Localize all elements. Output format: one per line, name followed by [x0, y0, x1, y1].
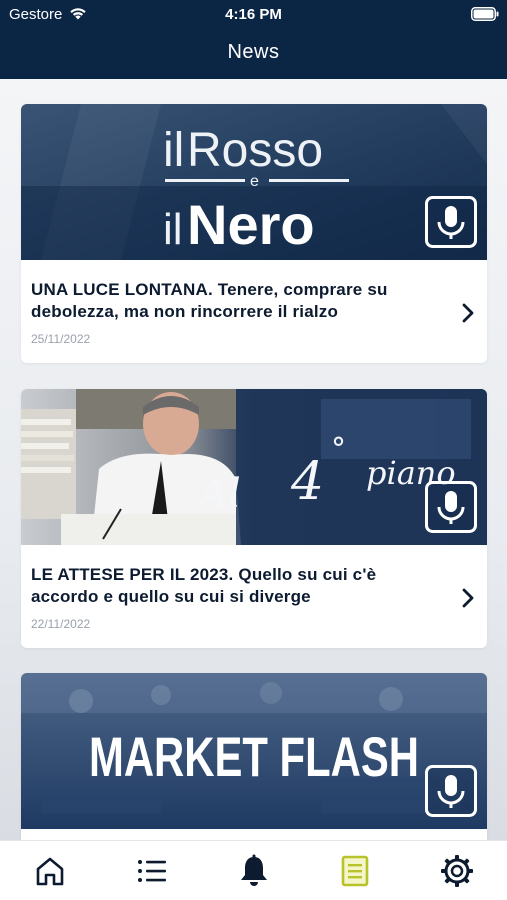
news-screen: Gestore 4:16 PM News il Rosso e il Nero … — [0, 0, 507, 900]
article-banner-market-flash: MARKET FLASH — [21, 673, 487, 829]
tab-settings[interactable] — [439, 853, 475, 889]
tab-notifications[interactable] — [236, 853, 272, 889]
gear-icon[interactable] — [439, 853, 475, 889]
status-bar: Gestore 4:16 PM — [0, 0, 507, 30]
banner-word-e: e — [250, 173, 259, 190]
news-feed[interactable]: il Rosso e il Nero UNA LUCE LONTANA. Ten… — [0, 79, 507, 840]
article-date: 22/11/2022 — [31, 617, 91, 631]
news-card[interactable]: il Rosso e il Nero UNA LUCE LONTANA. Ten… — [21, 104, 487, 363]
bell-icon[interactable] — [236, 853, 272, 889]
home-icon[interactable] — [32, 853, 68, 889]
banner-word-il: il — [163, 124, 184, 177]
news-card[interactable]: Al 4 ° piano LE ATTESE PER IL 2023. Quel… — [21, 389, 487, 648]
news-card[interactable]: MARKET FLASH — [21, 673, 487, 840]
article-banner-quarto-piano: Al 4 ° piano — [21, 389, 487, 545]
banner-degree: ° — [331, 432, 346, 467]
tab-news[interactable] — [337, 853, 373, 889]
tab-home[interactable] — [32, 853, 68, 889]
tab-list[interactable] — [134, 853, 170, 889]
app-header: Gestore 4:16 PM News — [0, 0, 507, 79]
microphone-icon[interactable] — [425, 765, 477, 817]
tab-bar — [0, 840, 507, 900]
banner-word-al: Al — [195, 471, 241, 517]
battery-icon — [471, 7, 499, 21]
article-banner-rosso-nero: il Rosso e il Nero — [21, 104, 487, 260]
banner-market-flash-text: MARKET FLASH — [89, 725, 419, 788]
article-title[interactable]: LE ATTESE PER IL 2023. Quello su cui c'è… — [31, 564, 441, 608]
page-title: News — [227, 41, 280, 63]
article-title[interactable]: UNA LUCE LONTANA. Tenere, comprare su de… — [31, 279, 441, 323]
chevron-right-icon[interactable] — [461, 588, 475, 608]
microphone-icon[interactable] — [425, 196, 477, 248]
banner-number-4: 4 — [290, 452, 324, 512]
banner-word-nero: Nero — [187, 193, 315, 256]
chevron-right-icon[interactable] — [461, 303, 475, 323]
banner-word-rosso: Rosso — [187, 124, 323, 177]
microphone-icon[interactable] — [425, 481, 477, 533]
news-icon[interactable] — [337, 853, 373, 889]
article-date: 25/11/2022 — [31, 332, 91, 346]
clock: 4:16 PM — [225, 6, 282, 23]
list-icon[interactable] — [134, 853, 170, 889]
banner-word-il-2: il — [163, 205, 183, 254]
